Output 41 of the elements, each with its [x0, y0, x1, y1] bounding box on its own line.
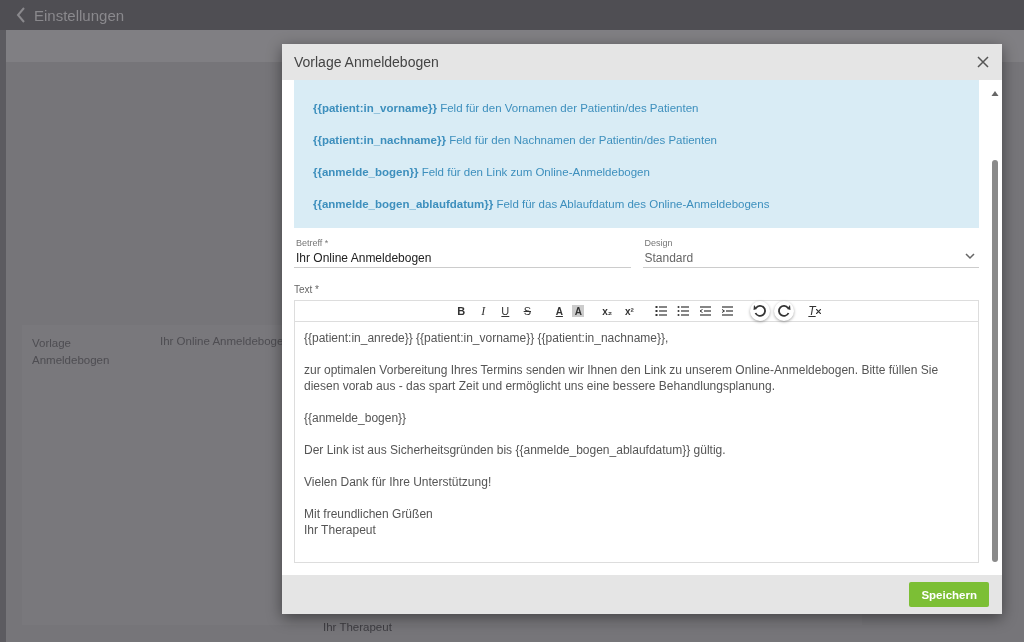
field-label: Betreff *	[296, 238, 330, 248]
strike-button[interactable]: S	[518, 301, 537, 321]
field-label: Design	[644, 238, 674, 248]
script-button[interactable]: x²	[620, 301, 639, 321]
text-paragraph: zur optimalen Vorbereitung Ihres Termins senden wir Ihnen den Link zu unserem Online-Anmeldebogen. Bitte füllen Sie diesen vorab aus - das spart Zeit und ermöglicht uns eine bessere Behandlungsplanung.	[304, 362, 940, 394]
bold-button[interactable]: B	[452, 301, 471, 321]
chevron-down-icon	[965, 253, 975, 260]
page-title: Einstellungen	[34, 6, 125, 24]
text-paragraph: {{patient:in_anrede}} {{patient:in_vorname}} {{patient:in_nachname}},	[304, 330, 670, 346]
field-value: Ihr Online Anmeldebogen	[296, 251, 433, 265]
highlight-button[interactable]: A	[572, 305, 585, 317]
text-editor[interactable]	[294, 300, 979, 563]
color-button[interactable]: A	[550, 301, 569, 321]
outdent-icon	[699, 305, 712, 317]
text-paragraph: Vielen Dank für Ihre Unterstützung!	[304, 474, 493, 490]
redo-icon	[777, 304, 792, 318]
italic-button[interactable]: I	[474, 301, 493, 321]
undo-button[interactable]	[750, 301, 771, 321]
indent-icon	[721, 305, 734, 317]
placeholder-description: {{patient:in_nachname}} Feld für den Nachnamen der Patientin/des Patienten	[312, 133, 718, 148]
design-select[interactable]: Design Standard	[642, 236, 979, 268]
subject-field[interactable]: Betreff * Ihr Online Anmeldebogen	[294, 236, 631, 268]
underline-button[interactable]: U	[496, 301, 515, 321]
text-paragraph: Mit freundlichen Grüßen Ihr Therapeut	[304, 506, 434, 538]
ordered-list-icon	[655, 305, 668, 317]
dialog-title: Vorlage Anmeldebogen	[294, 54, 439, 70]
field-label: Text *	[294, 284, 320, 295]
placeholder-description: {{patient:in_vorname}} Feld für den Vornamen der Patientin/des Patienten	[312, 101, 700, 116]
placeholder-description: {{anmelde_bogen_ablaufdatum}} Feld für das Ablaufdatum des Online-Anmeldebogens	[312, 197, 771, 212]
close-button[interactable]	[976, 55, 990, 69]
script-button[interactable]: x₂	[598, 301, 617, 321]
undo-icon	[753, 304, 768, 318]
text-paragraph: Der Link ist aus Sicherheitsgründen bis {{anmelde_bogen_ablaufdatum}} gültig.	[304, 442, 727, 458]
clear-format-button[interactable]: T	[808, 301, 821, 321]
placeholder-description: {{anmelde_bogen}} Feld für den Link zum Online-Anmeldebogen	[312, 165, 651, 180]
back-icon[interactable]	[16, 7, 26, 23]
text-paragraph: {{anmelde_bogen}}	[304, 410, 408, 426]
bullet-list-icon	[677, 305, 690, 317]
field-value: Standard	[644, 251, 694, 265]
cross-icon	[815, 308, 821, 314]
redo-button[interactable]	[774, 301, 795, 321]
